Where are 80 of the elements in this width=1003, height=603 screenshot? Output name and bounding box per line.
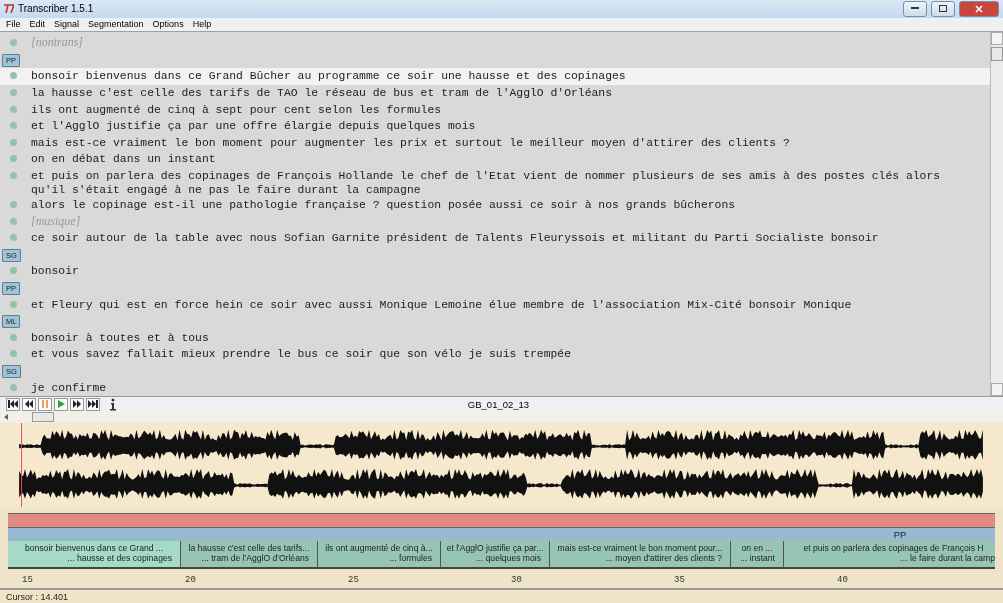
segment-dot (10, 383, 17, 391)
segment-dot (10, 350, 17, 358)
menu-item[interactable]: Segmentation (88, 19, 144, 30)
segment-dot (10, 89, 17, 97)
menu-item[interactable]: Help (192, 19, 212, 30)
speaker-bar[interactable]: PP (8, 528, 995, 542)
segment[interactable]: la hausse c'est celle des tarifs... ... tram de l'AgglO d'Orléans (181, 541, 318, 567)
info-icon[interactable] (108, 398, 118, 411)
rewind-icon (24, 400, 34, 409)
rewind-button[interactable] (22, 398, 36, 411)
segment-dot (10, 155, 17, 163)
menu-item[interactable]: Edit (29, 19, 46, 30)
minimize-icon (911, 7, 919, 11)
section-bar[interactable] (8, 512, 995, 529)
transcript-line: bonsoir (31, 264, 79, 279)
transcript-line: bonsoir à toutes et à tous (31, 330, 209, 345)
scroll-left-icon[interactable] (4, 414, 8, 421)
event-label: [musique] (31, 213, 81, 229)
cursor-position: Cursor : 14.401 (6, 591, 69, 602)
segment-dot (10, 201, 17, 209)
ruler-label: 30 (511, 573, 523, 587)
transcript-line: la hausse c'est celle des tarifs de TAO le réseau de bus et tram de l'AgglO d'Orléans (31, 86, 613, 101)
transcript-line: on en débat dans un instant (31, 152, 216, 167)
fast-forward-icon (72, 400, 82, 409)
transcript-line: je confirme (31, 380, 107, 395)
transcript-line: ils ont augmenté de cinq à sept pour cent selon les formules (31, 102, 442, 117)
transcript-line: ce soir autour de la table avec nous Sofian Garnite président de Talents Fleuryssois et militant du Parti Socialiste bonsoir (31, 231, 879, 246)
close-button[interactable] (959, 0, 999, 17)
maximize-button[interactable] (931, 0, 955, 17)
segment-dot (10, 72, 17, 80)
maximize-icon (939, 5, 947, 13)
skip-end-icon (88, 400, 98, 409)
segment[interactable]: bonsoir bienvenus dans ce Grand ... ... hausse et des copinages (8, 541, 181, 567)
transcript-line: et Fleury qui est en force hein ce soir avec aussi Monique Lemoine élue membre de l'association Mix-Cité bonsoir Monique (31, 297, 852, 312)
segment-dot (10, 172, 17, 180)
segment-dot (10, 138, 17, 146)
segment-dot (10, 300, 17, 308)
segment[interactable]: et l'AgglO justifie ça par... ... quelques mois (441, 541, 550, 567)
segment-dot (10, 105, 17, 113)
close-icon (975, 4, 983, 13)
ruler-label: 15 (22, 573, 34, 587)
menu-item[interactable]: File (6, 19, 21, 30)
play-icon (56, 400, 66, 409)
segment-dot (10, 333, 17, 341)
horizontal-scrollbar[interactable] (0, 411, 1003, 423)
skip-start-icon (8, 400, 18, 409)
skip-start-button[interactable] (6, 398, 20, 411)
skip-end-button[interactable] (86, 398, 100, 411)
transcript-line: et vous savez fallait mieux prendre le bus ce soir que son vélo je suis trempée (31, 347, 571, 362)
fast-forward-button[interactable] (70, 398, 84, 411)
segment-dot (10, 217, 17, 225)
ruler-label: 40 (837, 573, 849, 587)
window-title: Transcriber 1.5.1 (18, 3, 94, 15)
segment-dot (10, 267, 17, 275)
transcript-line: mais est-ce vraiment le bon moment pour augmenter les prix et surtout le meilleur moyen d'attirer des clients ? (31, 135, 790, 150)
vertical-scrollbar[interactable] (990, 32, 1003, 397)
segment-dot (10, 39, 17, 47)
segment[interactable]: ils ont augmenté de cinq à... ... formules (318, 541, 441, 567)
segment[interactable]: on en ... ... instant (731, 541, 784, 567)
selected-row[interactable]: bonsoir bienvenus dans ce Grand Bûcher au programme ce soir une hausse et des copinages (0, 68, 990, 86)
minimize-button[interactable] (903, 0, 927, 17)
ruler-label: 25 (348, 573, 360, 587)
scroll-down-button[interactable] (991, 383, 1003, 397)
ruler-label: 35 (674, 573, 686, 587)
segment[interactable]: et puis on parlera des copinages de François H ... le faire durant la camp (784, 541, 995, 567)
transcript-line: alors le copinage est-il une pathologie française ? question posée aussi ce soir à nos grands bûcherons (31, 198, 736, 213)
segment-dot (10, 234, 17, 242)
file-name: GB_01_02_13 (467, 399, 530, 410)
transcript-line: bonsoir bienvenus dans ce Grand Bûcher au programme ce soir une hausse et des copinages (31, 69, 626, 84)
menu-item[interactable]: Options (152, 19, 184, 30)
segment-dot (10, 122, 17, 130)
ruler-label: 20 (185, 573, 197, 587)
menu-item[interactable]: Signal (54, 19, 80, 30)
transcript-line: et l'AgglO justifie ça par une offre élargie depuis quelques mois (31, 119, 476, 134)
app-logo-icon (4, 4, 14, 14)
segment[interactable]: mais est-ce vraiment le bon moment pour... ... moyen d'attirer des clients ? (550, 541, 731, 567)
event-label: [nontrans] (31, 35, 83, 51)
pause-icon (40, 400, 50, 409)
scrollbar-thumb[interactable] (32, 412, 54, 423)
scrollbar-thumb[interactable] (991, 47, 1003, 62)
